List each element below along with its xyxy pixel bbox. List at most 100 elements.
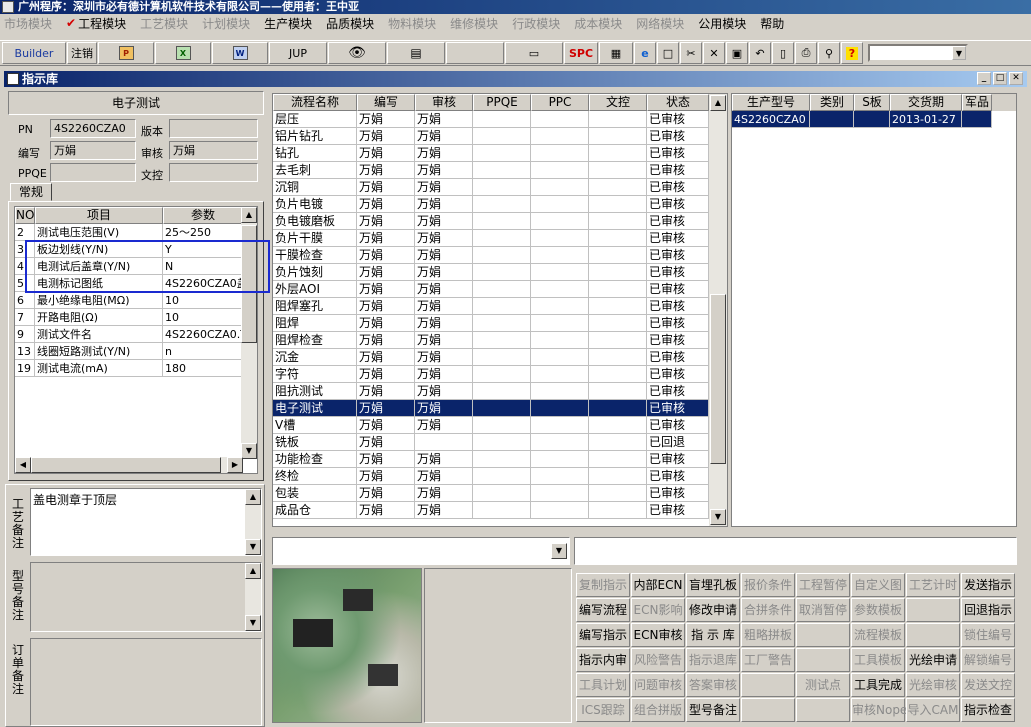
flow-cell[interactable]: 已审核	[647, 298, 709, 315]
action-button[interactable]: ECN审核	[631, 623, 685, 647]
param-cell[interactable]: 4S2260CZA0.TG	[163, 326, 243, 343]
action-button[interactable]: 合拼条件	[741, 598, 795, 622]
flow-cell[interactable]: V槽	[273, 417, 357, 434]
flow-cell[interactable]	[531, 247, 589, 264]
flow-cell[interactable]: 万娟	[415, 349, 473, 366]
flow-cell[interactable]	[589, 111, 647, 128]
action-button[interactable]: 光绘审核	[906, 673, 960, 697]
action-button[interactable]: 参数模板	[851, 598, 905, 622]
flow-row[interactable]: 负电镀磨板 万娟 万娟 已审核	[273, 213, 727, 230]
action-button[interactable]: 粗略拼板	[741, 623, 795, 647]
flow-cell[interactable]: 万娟	[357, 366, 415, 383]
param-hscroll[interactable]: ◀ ▶	[15, 457, 243, 473]
param-row[interactable]: 13 线圈短路测试(Y/N) n	[15, 343, 257, 360]
action-button[interactable]: 发送文控	[961, 673, 1015, 697]
flow-cell[interactable]	[473, 349, 531, 366]
flow-cell[interactable]	[589, 162, 647, 179]
flow-row[interactable]: 铝片钻孔 万娟 万娟 已审核	[273, 128, 727, 145]
action-button[interactable]: 编写流程	[576, 598, 630, 622]
flow-cell[interactable]: 阻焊塞孔	[273, 298, 357, 315]
flow-cell[interactable]	[589, 145, 647, 162]
flow-cell[interactable]: 万娟	[357, 315, 415, 332]
flow-cell[interactable]	[473, 298, 531, 315]
flow-cell[interactable]	[531, 281, 589, 298]
flow-cell[interactable]	[473, 196, 531, 213]
model-note-field[interactable]: ▲ ▼	[30, 562, 262, 632]
flow-row[interactable]: 钻孔 万娟 万娟 已审核	[273, 145, 727, 162]
action-button[interactable]: 导入CAM	[906, 698, 960, 722]
flow-cell[interactable]: 万娟	[357, 400, 415, 417]
action-button[interactable]: 工厂警告	[741, 648, 795, 672]
param-cell[interactable]: 180	[163, 360, 243, 377]
flow-cell[interactable]: 万娟	[357, 162, 415, 179]
flow-cell[interactable]: 万娟	[415, 383, 473, 400]
flow-cell[interactable]	[531, 196, 589, 213]
action-button[interactable]: 测试点	[796, 673, 850, 697]
flow-cell[interactable]: 负片蚀刻	[273, 264, 357, 281]
flow-cell[interactable]: 层压	[273, 111, 357, 128]
flow-vscroll[interactable]: ▲ ▼	[709, 94, 727, 526]
flow-cell[interactable]: 万娟	[415, 298, 473, 315]
flow-cell[interactable]: 已审核	[647, 128, 709, 145]
flow-cell[interactable]: 万娟	[415, 196, 473, 213]
flow-cell[interactable]: 万娟	[357, 230, 415, 247]
menu-item[interactable]: 物料模块	[388, 15, 436, 32]
flow-cell[interactable]	[589, 196, 647, 213]
param-cell[interactable]: 6	[15, 292, 35, 309]
flow-cell[interactable]	[473, 468, 531, 485]
menu-item[interactable]: 品质模块	[326, 15, 374, 32]
action-button[interactable]: 内部ECN	[631, 573, 685, 597]
flow-cell[interactable]	[531, 230, 589, 247]
flow-cell[interactable]: 电子测试	[273, 400, 357, 417]
undo-button[interactable]: ↶	[749, 42, 771, 64]
logout-button[interactable]: 注销	[67, 42, 97, 64]
flow-cell[interactable]: 已审核	[647, 349, 709, 366]
flow-row[interactable]: 负片电镀 万娟 万娟 已审核	[273, 196, 727, 213]
param-cell[interactable]: 10	[163, 292, 243, 309]
menu-item[interactable]: 维修模块	[450, 15, 498, 32]
flow-cell[interactable]	[589, 366, 647, 383]
param-column-header[interactable]: 项目	[35, 207, 163, 224]
scroll-up-icon[interactable]: ▲	[245, 489, 261, 505]
flow-cell[interactable]: 阻焊	[273, 315, 357, 332]
flow-column-header[interactable]: 审核	[415, 94, 473, 111]
action-button[interactable]	[796, 623, 850, 647]
flow-cell[interactable]	[473, 179, 531, 196]
tab-general[interactable]: 常规	[10, 183, 53, 201]
flow-cell[interactable]: 万娟	[415, 230, 473, 247]
flow-cell[interactable]	[589, 264, 647, 281]
flow-cell[interactable]	[589, 383, 647, 400]
view-button[interactable]: 👁	[328, 42, 386, 64]
action-button[interactable]: 取消暂停	[796, 598, 850, 622]
flow-cell[interactable]	[531, 315, 589, 332]
flow-cell[interactable]: 干膜检查	[273, 247, 357, 264]
model-column-header[interactable]: 军品	[962, 94, 992, 111]
flow-cell[interactable]: 万娟	[357, 383, 415, 400]
menu-item[interactable]: 成本模块	[574, 15, 622, 32]
model-column-header[interactable]: S板	[854, 94, 890, 111]
flow-column-header[interactable]: 流程名称	[273, 94, 357, 111]
flow-cell[interactable]: 已回退	[647, 434, 709, 451]
flow-cell[interactable]: 万娟	[357, 196, 415, 213]
param-row[interactable]: 6 最小绝缘电阻(MΩ) 10	[15, 292, 257, 309]
action-button[interactable]: 指示检查	[961, 698, 1015, 722]
action-button[interactable]: 流程模板	[851, 623, 905, 647]
word-button[interactable]: W	[212, 42, 268, 64]
model-note-scroll[interactable]: ▲ ▼	[245, 563, 261, 631]
flow-cell[interactable]	[473, 230, 531, 247]
maximize-button[interactable]: □	[993, 72, 1007, 85]
chevron-down-icon[interactable]: ▼	[952, 46, 966, 60]
flow-cell[interactable]: 沉铜	[273, 179, 357, 196]
author-field[interactable]: 万娟	[50, 141, 136, 160]
flow-cell[interactable]	[589, 315, 647, 332]
flow-cell[interactable]	[589, 485, 647, 502]
action-button[interactable]: 盲埋孔板	[686, 573, 740, 597]
flow-cell[interactable]	[473, 502, 531, 519]
close-button[interactable]: ✕	[1009, 72, 1023, 85]
flow-cell[interactable]: 成品仓	[273, 502, 357, 519]
flow-cell[interactable]	[415, 434, 473, 451]
builder-button[interactable]: Builder	[2, 42, 66, 64]
action-button[interactable]: 自定义图	[851, 573, 905, 597]
delete-button[interactable]: ✕	[703, 42, 725, 64]
menu-item[interactable]: 行政模块	[512, 15, 560, 32]
